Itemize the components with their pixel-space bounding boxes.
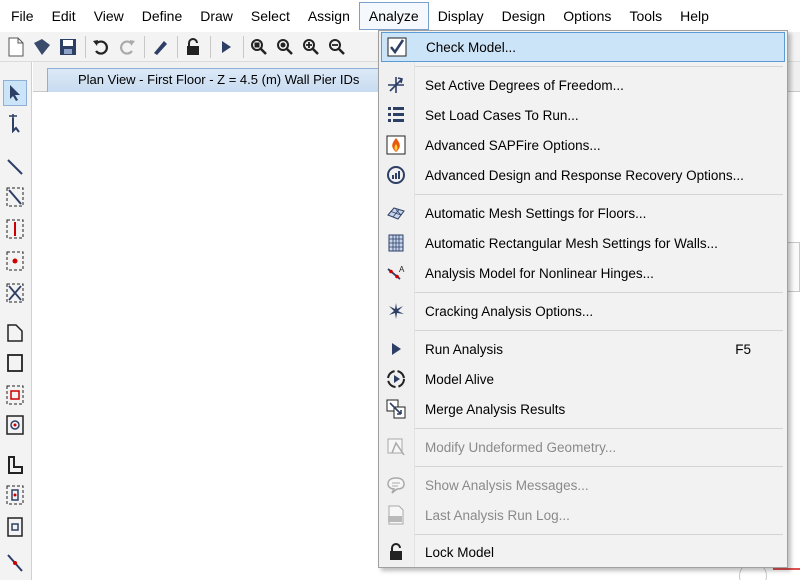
lock-model-icon [381, 537, 411, 567]
menu-item-set-active-dof[interactable]: Set Active Degrees of Freedom... [381, 70, 785, 100]
load-cases-icon [381, 100, 411, 130]
menu-separator [415, 534, 783, 535]
cracking-icon [381, 296, 411, 326]
response-recovery-icon [381, 160, 411, 190]
menu-item-run-analysis[interactable]: Run Analysis F5 [381, 334, 785, 364]
etabs-window: File Edit View Define Draw Select Assign… [0, 0, 800, 580]
draw-link-icon[interactable] [3, 550, 27, 576]
run-log-icon [381, 500, 411, 530]
draw-opening-icon[interactable] [3, 412, 27, 438]
menu-help[interactable]: Help [671, 2, 718, 30]
toolbar-separator [144, 35, 145, 58]
left-toolbar [0, 62, 32, 580]
menu-item-set-load-cases[interactable]: Set Load Cases To Run... [381, 100, 785, 130]
reshape-icon[interactable] [3, 110, 27, 136]
open-model-icon[interactable] [30, 35, 54, 59]
toolbar-separator [177, 35, 178, 58]
menu-item-lock-model[interactable]: Lock Model [381, 537, 785, 567]
menu-select[interactable]: Select [242, 2, 299, 30]
zoom-window-icon[interactable] [247, 35, 271, 59]
menu-separator [415, 428, 783, 429]
model-alive-icon [381, 364, 411, 394]
wall-mesh-icon [381, 228, 411, 258]
menu-item-run-log[interactable]: Last Analysis Run Log... [381, 500, 785, 530]
menu-draw[interactable]: Draw [191, 2, 242, 30]
draw-rectangle-icon[interactable] [3, 350, 27, 376]
menu-assign[interactable]: Assign [299, 2, 359, 30]
analyze-menu: Check Model... Set Active Degrees of Fre… [378, 30, 788, 568]
menu-options[interactable]: Options [554, 2, 620, 30]
merge-results-icon [381, 394, 411, 424]
menu-tools[interactable]: Tools [620, 2, 671, 30]
toolbar-separator [243, 35, 244, 58]
quick-draw-area-icon[interactable] [3, 382, 27, 408]
nonlinear-hinges-icon: A [381, 258, 411, 288]
draw-column-icon[interactable] [3, 216, 27, 242]
draw-cross-brace-icon[interactable] [3, 280, 27, 306]
draw-line-icon[interactable] [3, 154, 27, 180]
menu-item-wall-mesh[interactable]: Automatic Rectangular Mesh Settings for … [381, 228, 785, 258]
run-icon[interactable] [214, 35, 238, 59]
zoom-in-icon[interactable] [299, 35, 323, 59]
menu-item-nonlinear-hinges[interactable]: A Analysis Model for Nonlinear Hinges... [381, 258, 785, 288]
menu-separator [415, 330, 783, 331]
draw-brace-icon[interactable] [3, 184, 27, 210]
menu-analyze[interactable]: Analyze [358, 2, 429, 30]
menu-bar: File Edit View Define Draw Select Assign… [0, 0, 800, 32]
menu-define[interactable]: Define [133, 2, 191, 30]
draw-panel-icon[interactable] [3, 514, 27, 540]
menu-separator [415, 466, 783, 467]
menu-item-check-model[interactable]: Check Model... [381, 32, 785, 62]
menu-display[interactable]: Display [429, 2, 493, 30]
menu-item-response-recovery[interactable]: Advanced Design and Response Recovery Op… [381, 160, 785, 190]
menu-file[interactable]: File [2, 2, 43, 30]
svg-text:A: A [399, 265, 405, 274]
toolbar-separator [210, 35, 211, 58]
save-icon[interactable] [56, 35, 80, 59]
menu-item-floor-mesh[interactable]: Automatic Mesh Settings for Floors... [381, 198, 785, 228]
undo-icon[interactable] [89, 35, 113, 59]
draw-point-icon[interactable] [3, 248, 27, 274]
menu-view[interactable]: View [85, 2, 133, 30]
menu-design[interactable]: Design [493, 2, 555, 30]
toolbar-separator [85, 35, 86, 58]
run-analysis-icon [381, 334, 411, 364]
run-analysis-shortcut: F5 [735, 341, 751, 357]
menu-item-merge-results[interactable]: Merge Analysis Results [381, 394, 785, 424]
sapfire-icon [381, 130, 411, 160]
menu-item-cracking-analysis[interactable]: Cracking Analysis Options... [381, 296, 785, 326]
degrees-of-freedom-icon [381, 70, 411, 100]
check-model-icon [382, 32, 412, 62]
redo-icon[interactable] [115, 35, 139, 59]
plan-view-tab[interactable]: Plan View - First Floor - Z = 4.5 (m) Wa… [47, 68, 407, 92]
lock-icon[interactable] [181, 35, 205, 59]
modify-geometry-icon [381, 432, 411, 462]
draw-wall-pier-icon[interactable] [3, 482, 27, 508]
menu-separator [415, 194, 783, 195]
pencil-icon[interactable] [148, 35, 172, 59]
zoom-restore-icon[interactable] [273, 35, 297, 59]
menu-item-analysis-messages[interactable]: Show Analysis Messages... [381, 470, 785, 500]
draw-polygon-icon[interactable] [3, 320, 27, 346]
zoom-out-icon[interactable] [325, 35, 349, 59]
draw-wall-icon[interactable] [3, 452, 27, 478]
menu-item-sapfire-options[interactable]: Advanced SAPFire Options... [381, 130, 785, 160]
menu-edit[interactable]: Edit [43, 2, 85, 30]
menu-item-model-alive[interactable]: Model Alive [381, 364, 785, 394]
model-grid-line [773, 568, 800, 570]
new-model-icon[interactable] [4, 35, 28, 59]
floor-mesh-icon [381, 198, 411, 228]
pointer-icon[interactable] [3, 80, 27, 106]
menu-separator [415, 292, 783, 293]
menu-separator [415, 66, 783, 67]
analysis-messages-icon [381, 470, 411, 500]
menu-item-modify-geometry[interactable]: Modify Undeformed Geometry... [381, 432, 785, 462]
